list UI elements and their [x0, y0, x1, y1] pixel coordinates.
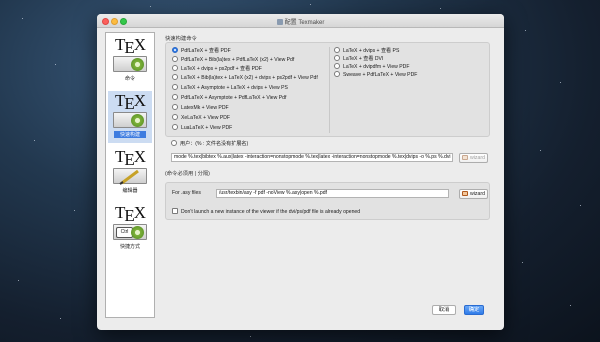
quickbuild-option-5[interactable]: LaTeX + Asymptote + LaTeX + dvips + View…: [172, 84, 288, 92]
tex-logo-icon: TEX: [114, 91, 146, 113]
preferences-window: 配置 Texmaker TEX 命令 TEX 快速构建 TEX 编辑器 TEX …: [97, 14, 504, 330]
editor-image: [113, 168, 147, 185]
ok-button[interactable]: 确定: [464, 305, 484, 315]
title-bar: 配置 Texmaker: [97, 14, 504, 28]
sidebar-item-label: 编辑器: [122, 188, 138, 194]
gear-icon: [131, 58, 144, 71]
asy-wizard-button[interactable]: wizard: [459, 188, 488, 199]
tex-logo-icon: TEX: [114, 147, 146, 169]
quickbuild-option-11[interactable]: LaTeX + 查看 DVI: [334, 55, 383, 63]
app-icon: [276, 19, 283, 25]
pen-icon: [119, 169, 139, 185]
gear-icon: [131, 226, 144, 239]
option-label: LatexMk + View PDF: [181, 105, 229, 111]
quickbuild-options-group: PdfLaTeX + 查看 PDF PdfLaTeX + Bib(la)tex …: [165, 42, 490, 137]
quickbuild-option-13[interactable]: Sweave + PdfLaTeX + View PDF: [334, 71, 417, 79]
gear-icon: [131, 114, 144, 127]
quickbuild-option-10[interactable]: LaTeX + dvips + 查看 PS: [334, 47, 399, 55]
radio[interactable]: [172, 104, 178, 110]
wizard-icon: [462, 154, 468, 160]
quickbuild-option-7[interactable]: LatexMk + View PDF: [172, 104, 229, 112]
option-label: PdfLaTeX + Bib(la)tex + PdfLaTeX (x2) + …: [181, 57, 295, 63]
radio[interactable]: [334, 71, 340, 77]
window-title: 配置 Texmaker: [97, 17, 504, 26]
quickbuild-image: [113, 112, 147, 128]
viewer-option-label: Don't launch a new instance of the viewe…: [181, 209, 361, 215]
sidebar-item-shortcuts[interactable]: TEX Ctrl 快捷方式: [108, 203, 152, 255]
quickbuild-option-8[interactable]: XeLaTeX + View PDF: [172, 114, 230, 122]
wizard-icon: [462, 190, 468, 196]
sidebar-item-label: 快捷方式: [119, 244, 140, 250]
user-command-option[interactable]: 用户：(% : 文件名没有扩展名): [171, 140, 248, 148]
option-label: Sweave + PdfLaTeX + View PDF: [343, 72, 418, 78]
option-label: LaTeX + dvips + 查看 PS: [343, 48, 400, 54]
wizard-label: wizard: [470, 190, 485, 197]
asy-group: For .asy files /usr/texbin/asy -f pdf -n…: [165, 182, 490, 220]
sidebar-item-quickbuild[interactable]: TEX 快速构建: [108, 91, 152, 143]
radio[interactable]: [172, 65, 178, 71]
quickbuild-option-4[interactable]: LaTeX + Bib(la)tex + LaTeX (x2) + dvips …: [172, 74, 318, 82]
radio[interactable]: [334, 55, 340, 61]
sidebar-item-commands[interactable]: TEX 命令: [108, 35, 152, 87]
tex-logo-icon: TEX: [114, 203, 146, 225]
quickbuild-option-12[interactable]: LaTeX + dvipdfm + View PDF: [334, 63, 409, 71]
option-label: LaTeX + Asymptote + LaTeX + dvips + View…: [181, 85, 288, 91]
viewer-option[interactable]: Don't launch a new instance of the viewe…: [172, 208, 360, 216]
wizard-label: wizard: [470, 154, 485, 161]
option-label: PdfLaTeX + Asymptote + PdfLaTeX + View P…: [181, 95, 287, 101]
option-label: LaTeX + dvipdfm + View PDF: [343, 64, 410, 70]
category-sidebar: TEX 命令 TEX 快速构建 TEX 编辑器 TEX Ctrl 快捷方式: [105, 32, 155, 318]
column-divider: [329, 47, 330, 133]
quickbuild-option-9[interactable]: LuaLaTeX + View PDF: [172, 124, 232, 132]
option-label: LaTeX + 查看 DVI: [343, 56, 384, 62]
quickbuild-option-1[interactable]: PdfLaTeX + 查看 PDF: [172, 47, 231, 55]
radio-selected[interactable]: [172, 47, 178, 53]
option-label: XeLaTeX + View PDF: [181, 115, 231, 121]
option-label: PdfLaTeX + 查看 PDF: [181, 48, 231, 54]
radio[interactable]: [334, 63, 340, 69]
option-label: LuaLaTeX + View PDF: [181, 125, 233, 131]
quickbuild-section-title: 快速构建命令: [165, 36, 197, 42]
radio[interactable]: [171, 140, 177, 146]
radio[interactable]: [172, 124, 178, 130]
radio[interactable]: [172, 56, 178, 62]
quickbuild-option-6[interactable]: PdfLaTeX + Asymptote + PdfLaTeX + View P…: [172, 94, 286, 102]
window-title-text: 配置 Texmaker: [284, 20, 325, 26]
user-command-label: 用户：(% : 文件名没有扩展名): [180, 141, 249, 147]
radio[interactable]: [172, 114, 178, 120]
separator-note: (命令必须用 | 分隔): [165, 171, 210, 177]
sidebar-item-label: 快速构建: [114, 131, 146, 138]
user-wizard-button[interactable]: wizard: [459, 152, 488, 163]
asy-command-field[interactable]: /usr/texbin/asy -f pdf -noView %.asy|ope…: [216, 189, 449, 198]
quickbuild-panel: 快速构建命令 PdfLaTeX + 查看 PDF PdfLaTeX + Bib(…: [163, 32, 496, 294]
option-label: LaTeX + Bib(la)tex + LaTeX (x2) + dvips …: [181, 75, 318, 81]
option-label: LaTeX + dvips + ps2pdf + 查看 PDF: [181, 66, 262, 72]
radio[interactable]: [334, 47, 340, 53]
quickbuild-option-3[interactable]: LaTeX + dvips + ps2pdf + 查看 PDF: [172, 65, 262, 73]
radio[interactable]: [172, 94, 178, 100]
commands-image: [113, 56, 147, 72]
radio[interactable]: [172, 84, 178, 90]
viewer-checkbox[interactable]: [172, 208, 178, 214]
cancel-button[interactable]: 取消: [432, 305, 456, 315]
sidebar-item-editor[interactable]: TEX 编辑器: [108, 147, 152, 199]
asy-label: For .asy files: [172, 190, 201, 196]
shortcuts-image: Ctrl: [113, 224, 147, 240]
quickbuild-option-2[interactable]: PdfLaTeX + Bib(la)tex + PdfLaTeX (x2) + …: [172, 56, 294, 64]
radio[interactable]: [172, 74, 178, 80]
sidebar-item-label: 命令: [124, 76, 135, 82]
tex-logo-icon: TEX: [114, 35, 146, 57]
user-command-field[interactable]: mode %.tex|bibtex %.aux|latex -interacti…: [171, 153, 453, 162]
